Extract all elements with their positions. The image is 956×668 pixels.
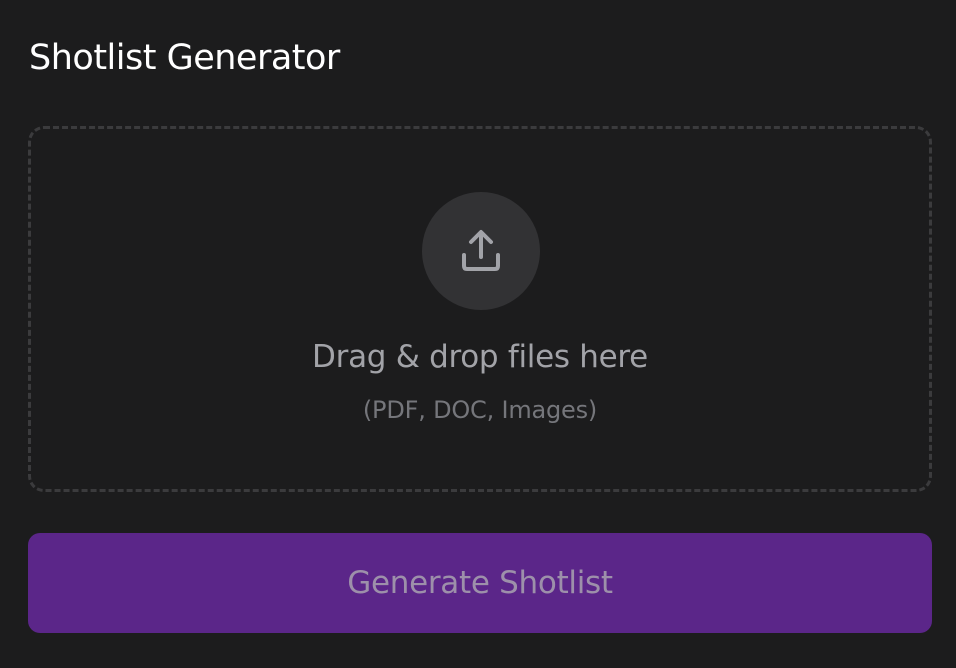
- dropzone-primary-text: Drag & drop files here: [312, 339, 648, 375]
- file-dropzone[interactable]: Drag & drop files here (PDF, DOC, Images…: [28, 126, 932, 492]
- upload-icon-circle: [422, 192, 540, 310]
- upload-icon: [462, 230, 500, 271]
- generate-shotlist-button[interactable]: Generate Shotlist: [28, 533, 932, 633]
- shotlist-generator-panel: Shotlist Generator Drag & drop files her…: [0, 0, 956, 668]
- dropzone-file-types: (PDF, DOC, Images): [362, 396, 598, 424]
- page-title: Shotlist Generator: [29, 38, 340, 78]
